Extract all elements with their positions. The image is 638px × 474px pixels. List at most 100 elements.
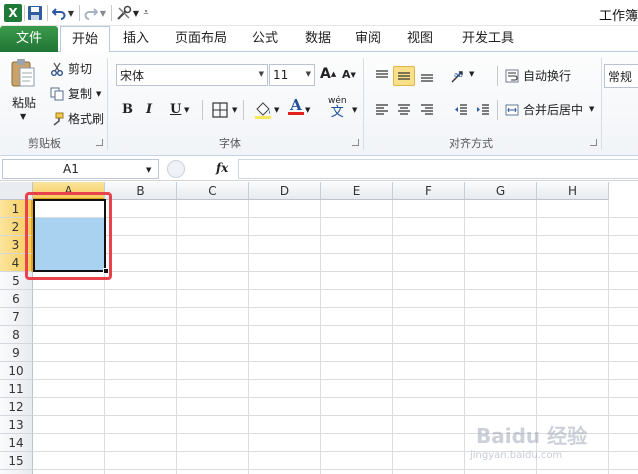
row-header-12[interactable]: 12	[0, 398, 33, 416]
grow-arrow-icon: ▲	[330, 70, 337, 78]
tab-review[interactable]: 审阅	[346, 26, 390, 52]
align-center-button[interactable]	[393, 100, 415, 120]
paste-button[interactable]: 粘贴	[12, 94, 36, 111]
group-divider	[601, 58, 602, 150]
grid-row-line	[33, 379, 638, 380]
tab-home[interactable]: 开始	[60, 26, 110, 53]
font-color-button[interactable]: A	[288, 98, 304, 115]
column-header-g[interactable]: G	[465, 182, 537, 200]
align-right-icon	[421, 104, 433, 115]
tab-insert[interactable]: 插入	[113, 26, 159, 52]
excel-logo-icon[interactable]: X	[4, 4, 22, 22]
align-center-icon	[398, 104, 410, 115]
borders-button[interactable]	[212, 102, 228, 118]
redo-icon[interactable]	[84, 3, 98, 23]
tab-formulas[interactable]: 公式	[243, 26, 287, 52]
row-header-15[interactable]: 15	[0, 452, 33, 470]
align-left-button[interactable]	[371, 100, 393, 120]
paste-dropdown-icon[interactable]: ▼	[20, 112, 26, 121]
align-right-button[interactable]	[416, 100, 438, 120]
wrap-text-button[interactable]: 自动换行	[505, 67, 571, 84]
number-format-combobox[interactable]: 常规	[604, 64, 638, 88]
row-header-13[interactable]: 13	[0, 416, 33, 434]
tab-developer[interactable]: 开发工具	[452, 26, 524, 52]
tab-page-layout[interactable]: 页面布局	[165, 26, 237, 52]
row-header-6[interactable]: 6	[0, 290, 33, 308]
tools-dropdown-icon[interactable]: ▼	[132, 3, 140, 23]
orientation-dropdown-icon[interactable]: ▼	[469, 70, 474, 78]
borders-dropdown-icon[interactable]: ▼	[232, 106, 237, 114]
bold-button[interactable]: B	[122, 102, 133, 117]
align-separator	[497, 100, 498, 120]
row-header-11[interactable]: 11	[0, 380, 33, 398]
increase-indent-button[interactable]	[472, 100, 494, 120]
formula-bar-resize-handle[interactable]	[167, 160, 185, 178]
font-color-dropdown-icon[interactable]: ▼	[305, 106, 310, 114]
paste-icon[interactable]	[10, 58, 36, 90]
alignment-launcher-icon[interactable]	[590, 139, 597, 146]
undo-icon[interactable]	[52, 3, 66, 23]
column-header-f[interactable]: F	[393, 182, 465, 200]
merge-center-button[interactable]: 合并后居中	[505, 101, 583, 118]
column-header-b[interactable]: B	[105, 182, 177, 200]
row-header-9[interactable]: 9	[0, 344, 33, 362]
font-launcher-icon[interactable]	[352, 139, 359, 146]
font-separator	[243, 100, 244, 120]
wrap-text-label: 自动换行	[523, 69, 572, 83]
grid-row-line	[33, 325, 638, 326]
copy-dropdown-icon[interactable]: ▼	[96, 90, 101, 98]
redo-dropdown-icon[interactable]: ▼	[98, 3, 108, 23]
cut-button[interactable]: 剪切	[50, 60, 92, 77]
phonetic-dropdown-icon[interactable]: ▼	[352, 106, 357, 114]
tab-file[interactable]: 文件	[0, 26, 58, 52]
underline-button[interactable]: U	[170, 102, 181, 117]
align-middle-button[interactable]	[393, 66, 415, 86]
grow-font-label: A	[320, 66, 331, 82]
font-size-combobox[interactable]: 11 ▼	[269, 64, 315, 86]
align-bottom-button[interactable]	[416, 66, 438, 86]
scissors-icon	[51, 62, 63, 76]
orientation-icon: ab	[451, 71, 463, 83]
font-name-dropdown-icon[interactable]: ▼	[259, 70, 264, 78]
italic-button[interactable]: I	[146, 102, 152, 117]
name-box-dropdown-icon[interactable]: ▼	[146, 166, 151, 174]
name-box[interactable]: A1	[2, 159, 159, 179]
clipboard-launcher-icon[interactable]	[96, 139, 103, 146]
column-header-d[interactable]: D	[249, 182, 321, 200]
orientation-button[interactable]: ab	[448, 66, 470, 86]
column-header-c[interactable]: C	[177, 182, 249, 200]
align-top-button[interactable]	[371, 66, 393, 86]
grow-font-button[interactable]: A ▲	[320, 66, 336, 82]
decrease-indent-button[interactable]	[450, 100, 472, 120]
insert-function-icon[interactable]: fx	[216, 161, 228, 175]
font-size-dropdown-icon[interactable]: ▼	[306, 70, 311, 78]
row-header-14[interactable]: 14	[0, 434, 33, 452]
tab-data[interactable]: 数据	[296, 26, 340, 52]
grid-row-line	[33, 361, 638, 362]
customize-qat-icon[interactable]: ⩡	[141, 3, 151, 23]
merge-dropdown-icon[interactable]: ▼	[589, 105, 594, 113]
formula-input[interactable]	[238, 159, 638, 179]
row-header-8[interactable]: 8	[0, 326, 33, 344]
save-icon[interactable]	[26, 3, 44, 23]
underline-dropdown-icon[interactable]: ▼	[184, 106, 189, 114]
format-painter-button[interactable]: 格式刷	[50, 110, 104, 127]
phonetic-guide-button[interactable]: wén 文	[328, 96, 347, 119]
shrink-font-button[interactable]: A ▼	[342, 68, 356, 81]
row-header-10[interactable]: 10	[0, 362, 33, 380]
row-header-16[interactable]: 16	[0, 470, 33, 474]
tools-icon[interactable]	[116, 3, 132, 23]
row-header-7[interactable]: 7	[0, 308, 33, 326]
fill-color-dropdown-icon[interactable]: ▼	[274, 106, 279, 114]
tab-view[interactable]: 视图	[398, 26, 442, 52]
align-middle-icon	[398, 72, 410, 80]
column-header-h[interactable]: H	[537, 182, 609, 200]
column-header-e[interactable]: E	[321, 182, 393, 200]
font-name-combobox[interactable]: 宋体 ▼	[116, 64, 268, 86]
undo-dropdown-icon[interactable]: ▼	[66, 3, 76, 23]
copy-button[interactable]: 复制 ▼	[50, 85, 101, 102]
font-group-label: 字体	[219, 137, 241, 150]
fill-color-button[interactable]	[253, 100, 273, 120]
font-color-label: A	[290, 96, 302, 114]
ribbon-home: 粘贴 ▼ 剪切 复制 ▼ 格式刷 剪贴板 宋体 ▼ 11 ▼ A ▲ A ▼ B I…	[0, 52, 638, 156]
